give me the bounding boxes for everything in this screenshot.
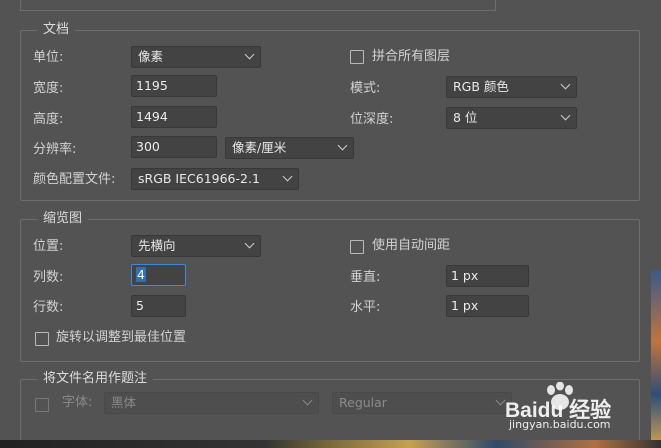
- chevron-down-icon: [337, 140, 348, 151]
- rotate-checkbox[interactable]: [35, 332, 49, 346]
- width-value: 1195: [136, 78, 168, 93]
- columns-label: 列数:: [33, 270, 64, 285]
- caption-group-title: 将文件名用作题注: [37, 371, 154, 387]
- watermark-url: jingyan.baidu.com: [509, 418, 611, 431]
- rotate-label: 旋转以调整到最佳位置: [56, 330, 187, 345]
- resolution-field[interactable]: 300: [131, 136, 217, 158]
- color-profile-select[interactable]: sRGB IEC61966-2.1: [131, 168, 299, 190]
- vertical-value: 1 px: [451, 268, 479, 283]
- caption-style-value: Regular: [339, 395, 387, 410]
- resolution-value: 300: [136, 139, 160, 154]
- position-select[interactable]: 先横向: [131, 235, 261, 257]
- chevron-down-icon: [244, 49, 255, 60]
- columns-value: 4: [136, 267, 146, 282]
- caption-checkbox[interactable]: [35, 398, 49, 412]
- width-label: 宽度:: [33, 81, 64, 96]
- horizontal-label: 水平:: [350, 300, 381, 315]
- chevron-down-icon: [495, 395, 506, 406]
- bit-depth-label: 位深度:: [350, 112, 394, 127]
- mode-select[interactable]: RGB 颜色: [446, 76, 577, 98]
- position-value: 先横向: [138, 238, 176, 253]
- mode-label: 模式:: [350, 81, 381, 96]
- caption-style-select[interactable]: Regular: [332, 392, 512, 414]
- thumbnails-group-title: 缩览图: [37, 211, 89, 227]
- width-field[interactable]: 1195: [131, 75, 217, 97]
- flatten-label: 拼合所有图层: [372, 49, 451, 64]
- bit-depth-select[interactable]: 8 位: [446, 107, 577, 129]
- chevron-down-icon: [560, 110, 571, 121]
- bit-depth-value: 8 位: [453, 110, 478, 125]
- position-label: 位置:: [33, 239, 64, 254]
- color-profile-label: 颜色配置文件:: [33, 172, 116, 187]
- document-group-title: 文档: [37, 22, 76, 38]
- baidu-watermark: Baidu 经验 jingyan.baidu.com: [505, 382, 655, 432]
- unit-select-value: 像素: [138, 49, 164, 64]
- horizontal-value: 1 px: [451, 298, 479, 313]
- height-label: 高度:: [33, 112, 64, 127]
- chevron-down-icon: [282, 171, 293, 182]
- rows-label: 行数:: [33, 300, 64, 315]
- mode-value: RGB 颜色: [453, 79, 509, 94]
- caption-font-value: 黑体: [111, 395, 137, 410]
- columns-field[interactable]: 4: [131, 264, 186, 286]
- vertical-field[interactable]: 1 px: [446, 265, 529, 287]
- color-profile-value: sRGB IEC61966-2.1: [138, 171, 260, 186]
- caption-font-label: 字体:: [62, 395, 93, 410]
- chevron-down-icon: [560, 79, 571, 90]
- resolution-label: 分辨率:: [33, 142, 77, 157]
- rows-value: 5: [136, 298, 144, 313]
- chevron-down-icon: [302, 395, 313, 406]
- unit-label: 单位:: [33, 50, 64, 65]
- unit-select[interactable]: 像素: [131, 46, 261, 68]
- resolution-unit-select[interactable]: 像素/厘米: [225, 137, 354, 159]
- resolution-unit-value: 像素/厘米: [232, 140, 287, 155]
- auto-spacing-checkbox[interactable]: [350, 240, 364, 254]
- height-field[interactable]: 1494: [131, 106, 217, 128]
- top-panel-edge: [20, 0, 496, 11]
- chevron-down-icon: [244, 238, 255, 249]
- rows-field[interactable]: 5: [131, 295, 186, 317]
- height-value: 1494: [136, 109, 168, 124]
- background-image-bottom: [0, 440, 661, 448]
- caption-font-select[interactable]: 黑体: [104, 392, 319, 414]
- flatten-checkbox[interactable]: [350, 50, 364, 64]
- auto-spacing-label: 使用自动间距: [372, 238, 451, 253]
- vertical-label: 垂直:: [350, 270, 381, 285]
- horizontal-field[interactable]: 1 px: [446, 295, 529, 317]
